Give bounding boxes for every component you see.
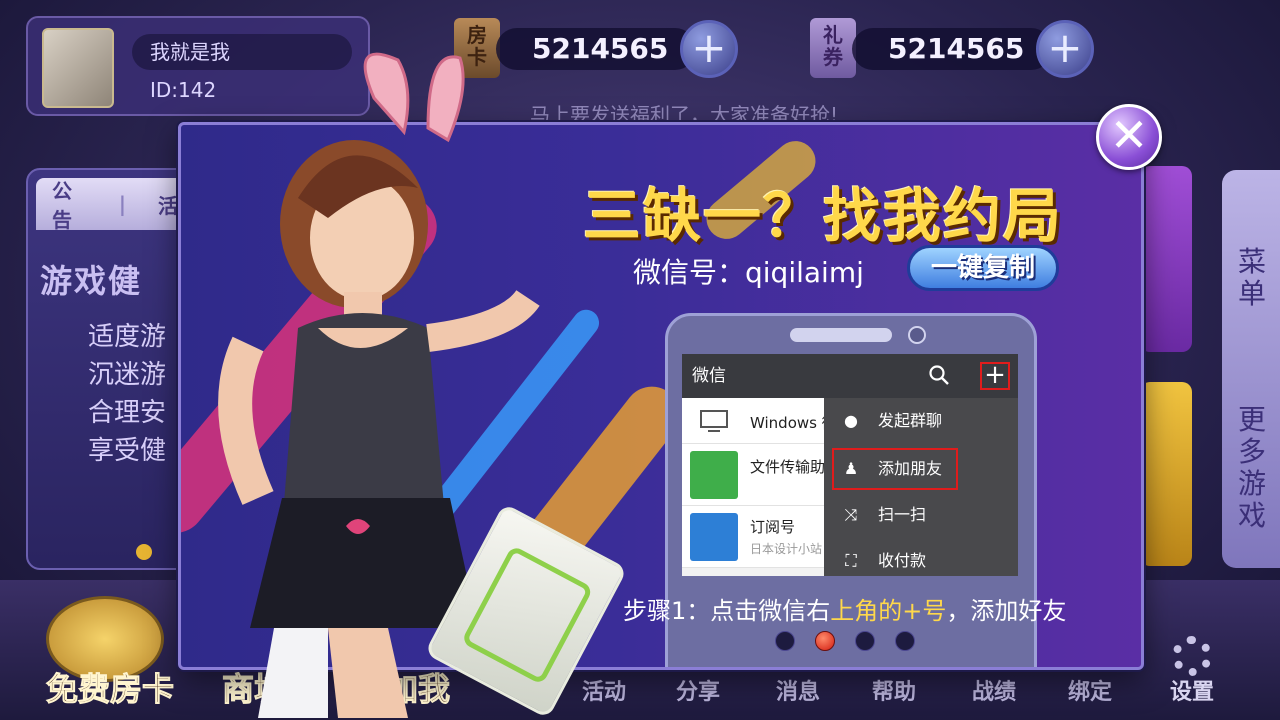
more-games-button[interactable]: 更 多 游 戏 [1234,404,1270,532]
copy-button[interactable]: 一键复制 [907,245,1059,291]
page-dot[interactable] [855,631,875,651]
menu-item-label: 发起群聊 [878,411,943,430]
scan-icon: ⤨ [844,505,858,524]
plus-icon: + [980,362,1010,390]
phone-speaker [790,328,892,342]
search-icon [929,365,949,385]
page-dot-active[interactable] [815,631,835,651]
board-page-dot[interactable] [136,544,152,560]
gear-icon[interactable] [1172,636,1212,676]
nav-records[interactable]: 战绩 [972,674,1016,706]
chat-title: 订阅号 [750,518,796,536]
notice-line: 适度游 [88,322,167,352]
game-card-purple[interactable] [1140,166,1192,352]
menu-item-label: 添加朋友 [878,459,943,478]
step-instruction: 步骤1：点击微信右上角的+号，添加好友 [623,591,1066,626]
coupon-value: 5214565 [852,28,1052,70]
page-indicator [775,631,915,651]
dialog-headline: 三缺一？找我约局 [583,182,1064,250]
add-coupon-button[interactable]: + [1036,20,1094,78]
menu-item-payment: ⛶ 收付款 [824,538,1018,576]
wechat-title: 微信 [692,366,726,386]
menu-item-label: 扫一扫 [878,505,927,524]
nav-settings[interactable]: 设置 [1170,674,1214,706]
payment-icon: ⛶ [845,551,857,570]
menu-item-add-friend: ♟ 添加朋友 [830,446,960,492]
page-dot[interactable] [895,631,915,651]
subscription-icon [690,513,738,561]
wechat-dropdown-menu: ● 发起群聊 ♟ 添加朋友 ⤨ 扫一扫 ⛶ 收付款 [824,398,1018,576]
nav-share[interactable]: 分享 [676,674,720,706]
notice-line: 享受健 [88,436,167,466]
file-transfer-icon [690,451,738,499]
step-highlight: 上角的+号 [830,597,947,625]
close-dialog-button[interactable]: ✕ [1096,104,1162,170]
wechat-id: 微信号：qiqilaimj [633,256,864,289]
menu-item-group-chat: ● 发起群聊 [824,398,1018,444]
nav-bind[interactable]: 绑定 [1068,674,1112,706]
coupon-counter: 礼 券 5214565 + [810,18,1100,78]
add-room-card-button[interactable]: + [680,20,738,78]
menu-button[interactable]: 菜 单 [1234,246,1270,310]
nav-help[interactable]: 帮助 [872,674,916,706]
chat-title: 文件传输助 [750,458,826,476]
menu-item-scan: ⤨ 扫一扫 [824,492,1018,538]
page-dot[interactable] [775,631,795,651]
tab-notice[interactable]: 公告 [36,175,103,233]
step-text: 步骤1：点击微信右 [623,597,831,625]
chat-bubble-icon: ● [844,411,858,430]
game-card-gold[interactable] [1140,382,1192,566]
free-room-card-button[interactable]: 免费房卡 [45,664,174,710]
step-text: ，添加好友 [946,597,1067,625]
nav-messages[interactable]: 消息 [776,674,820,706]
notice-title: 游戏健 [40,262,143,300]
avatar[interactable] [42,28,114,108]
chat-subtitle: 日本设计小站 [750,542,823,556]
phone-screen: 微信 + Windows 微 文件传输助 订阅号 日本设计小站 ● 发起群聊 ♟… [682,354,1018,576]
notice-line: 合理安 [88,398,167,428]
add-friend-icon: ♟ [843,459,859,478]
notice-tabs: 公告 | 活 [36,175,194,233]
menu-item-label: 收付款 [878,551,927,570]
monitor-icon [700,410,728,432]
notice-line: 沉迷游 [88,360,167,390]
coupon-icon: 礼 券 [810,18,856,78]
wechat-header: 微信 [682,354,1018,398]
notice-lines: 适度游 沉迷游 合理安 享受健 [88,318,166,470]
phone-camera [908,326,926,344]
